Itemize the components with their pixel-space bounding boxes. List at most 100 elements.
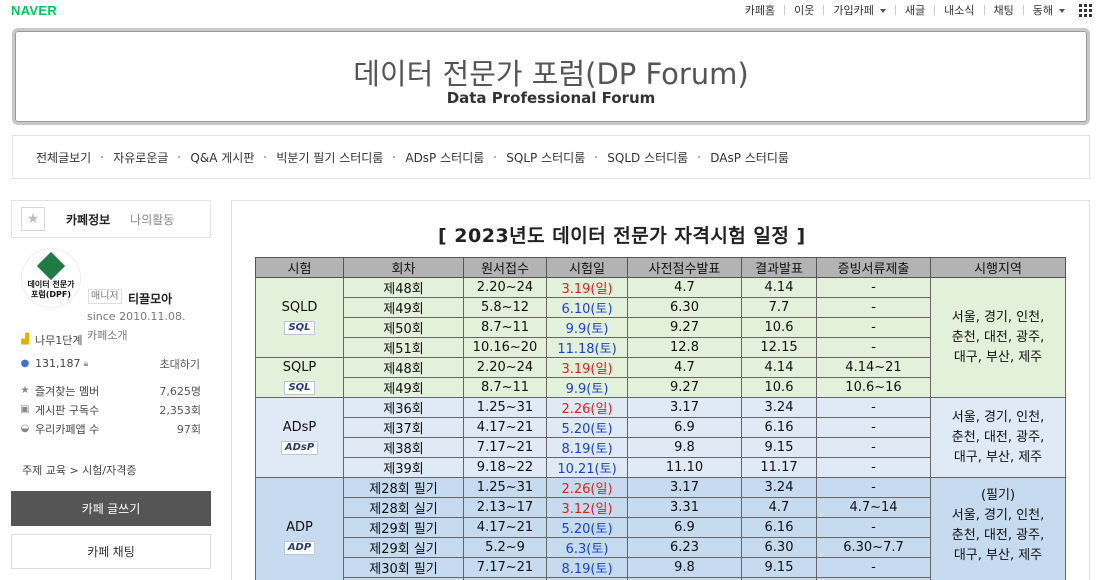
exam-name: ADP — [256, 520, 343, 535]
tab-my-activity[interactable]: 나의활동 — [130, 211, 174, 228]
schedule-title: [ 2023년도 데이터 전문가 자격시험 일정 ] — [438, 221, 806, 248]
member-count-value: 131,187 — [35, 357, 81, 370]
invite-button[interactable]: 초대하기 — [160, 356, 200, 372]
menu-adsp-study[interactable]: ADsP 스터디룸 — [405, 149, 484, 166]
table-cell: - — [817, 438, 931, 458]
menu-sqld-study[interactable]: SQLD 스터디룸 — [607, 149, 688, 166]
table-cell: 4.7 — [628, 278, 742, 298]
cafe-theme[interactable]: 주제 교육 > 시험/자격증 — [11, 462, 137, 478]
topnav-new-posts[interactable]: 새글 — [905, 2, 925, 18]
table-cell: 제50회 — [344, 318, 464, 338]
table-cell: - — [817, 338, 931, 358]
exam-name: ADsP — [256, 420, 343, 435]
cafe-menu-bar: 전체글보기 자유로운글 Q&A 게시판 빅분기 필기 스터디룸 ADsP 스터디… — [12, 135, 1090, 179]
topnav-cafe-home[interactable]: 카페홈 — [745, 2, 775, 18]
table-cell: 6.30~7.7 — [817, 538, 931, 558]
region-cell: 서울, 경기, 인천,춘천, 대전, 광주,대구, 부산, 제주 — [931, 278, 1066, 398]
table-cell: 3.24 — [742, 478, 817, 498]
table-cell: 7.17~21 — [464, 558, 547, 578]
tab-cafe-info[interactable]: 카페정보 — [66, 211, 110, 228]
manager-name[interactable]: 티끌모아 — [128, 290, 172, 307]
stat-label: 즐겨찾는 멤버 — [35, 383, 99, 399]
table-cell: 제49회 — [344, 298, 464, 318]
exam-name-cell: ADsPADsP — [256, 398, 344, 478]
table-cell: 제48회 — [344, 278, 464, 298]
tree-level-icon: ▟ — [20, 334, 30, 345]
topnav-my-news[interactable]: 내소식 — [944, 2, 974, 18]
table-cell: 4.7~14 — [817, 498, 931, 518]
region-line: 춘천, 대전, 광주, — [931, 428, 1065, 448]
table-cell: 6.9 — [628, 518, 742, 538]
divider — [823, 5, 824, 15]
region-cell: 서울, 경기, 인천,춘천, 대전, 광주,대구, 부산, 제주 — [931, 398, 1066, 478]
star-icon[interactable]: ★ — [21, 207, 45, 231]
exam-logo-badge: SQL — [284, 321, 314, 335]
table-cell: 4.14 — [742, 358, 817, 378]
menu-separator-dot — [178, 156, 180, 158]
stat-value: 2,353회 — [159, 402, 201, 418]
cafe-banner[interactable]: 데이터 전문가 포럼(DP Forum) Data Professional F… — [12, 28, 1090, 125]
table-cell: 제29회 실기 — [344, 538, 464, 558]
col-header: 시험일 — [547, 258, 628, 278]
col-header: 시행지역 — [931, 258, 1066, 278]
divider — [784, 5, 785, 15]
exam-name-cell: SQLDSQL — [256, 278, 344, 358]
table-cell: 9.9(토) — [547, 378, 628, 398]
col-header: 원서접수 — [464, 258, 547, 278]
table-cell: - — [817, 558, 931, 578]
table-cell: 8.7~11 — [464, 318, 547, 338]
table-cell: 1.25~31 — [464, 398, 547, 418]
topnav-chat[interactable]: 채팅 — [994, 2, 1014, 18]
banner-subtitle: Data Professional Forum — [15, 89, 1087, 107]
lock-icon: 🔒︎ — [84, 359, 89, 369]
topnav-joined-cafes[interactable]: 가입카페 — [833, 2, 885, 18]
member-count[interactable]: ● 131,187 🔒︎ 초대하기 — [11, 354, 211, 373]
menu-free-board[interactable]: 자유로운글 — [113, 149, 168, 166]
table-cell: 6.30 — [742, 538, 817, 558]
table-cell: - — [817, 518, 931, 538]
table-cell: 2.26(일) — [547, 478, 628, 498]
table-cell: 7.17~21 — [464, 438, 547, 458]
topnav-joined-cafes-label: 가입카페 — [833, 4, 873, 17]
exam-name-cell: SQLPSQL — [256, 358, 344, 398]
cafe-chat-button[interactable]: 카페 채팅 — [11, 534, 211, 569]
stat-favorite-members[interactable]: ★ 즐겨찾는 멤버 7,625명 — [11, 381, 211, 400]
menu-separator-dot — [264, 156, 266, 158]
region-line: 대구, 부산, 제주 — [931, 546, 1065, 566]
write-post-button[interactable]: 카페 글쓰기 — [11, 491, 211, 526]
table-cell: 4.17~21 — [464, 518, 547, 538]
table-cell: - — [817, 418, 931, 438]
menu-sqlp-study[interactable]: SQLP 스터디룸 — [506, 149, 585, 166]
board-icon: ▣ — [20, 404, 30, 415]
stat-cafe-app[interactable]: ◒ 우리카페앱 수 97회 — [11, 419, 211, 438]
topnav-neighbors[interactable]: 이웃 — [794, 2, 814, 18]
chevron-down-icon — [1059, 9, 1065, 13]
cafe-level[interactable]: ▟ 나무1단계 — [11, 330, 211, 349]
logo-text-1: 데이터 전문가 — [28, 280, 75, 290]
table-cell: 2.13~17 — [464, 498, 547, 518]
menu-qna-board[interactable]: Q&A 게시판 — [190, 149, 254, 166]
stat-value: 7,625명 — [159, 383, 201, 399]
table-cell: 5.20(토) — [547, 418, 628, 438]
table-cell: 9.15 — [742, 558, 817, 578]
table-cell: 3.17 — [628, 398, 742, 418]
cafe-logo[interactable]: 데이터 전문가 포럼(DPF) — [21, 248, 81, 308]
menu-separator-dot — [595, 156, 597, 158]
region-line: 서울, 경기, 인천, — [931, 308, 1065, 328]
table-cell: 제39회 — [344, 458, 464, 478]
menu-bigdata-study[interactable]: 빅분기 필기 스터디룸 — [276, 149, 383, 166]
table-cell: 4.14 — [742, 278, 817, 298]
menu-all-posts[interactable]: 전체글보기 — [36, 149, 91, 166]
region-line: 대구, 부산, 제주 — [931, 448, 1065, 468]
apps-grid-icon[interactable] — [1079, 4, 1092, 17]
naver-logo[interactable]: NAVER — [11, 3, 57, 18]
topnav-user-menu[interactable]: 동해 — [1033, 2, 1065, 18]
exam-name-cell: ADPADP — [256, 478, 344, 580]
menu-dasp-study[interactable]: DAsP 스터디룸 — [710, 149, 789, 166]
table-cell: 제28회 실기 — [344, 498, 464, 518]
stat-board-subscriptions[interactable]: ▣ 게시판 구독수 2,353회 — [11, 400, 211, 419]
table-cell: 6.16 — [742, 518, 817, 538]
menu-separator-dot — [101, 156, 103, 158]
table-cell: - — [817, 318, 931, 338]
table-cell: 9.27 — [628, 378, 742, 398]
